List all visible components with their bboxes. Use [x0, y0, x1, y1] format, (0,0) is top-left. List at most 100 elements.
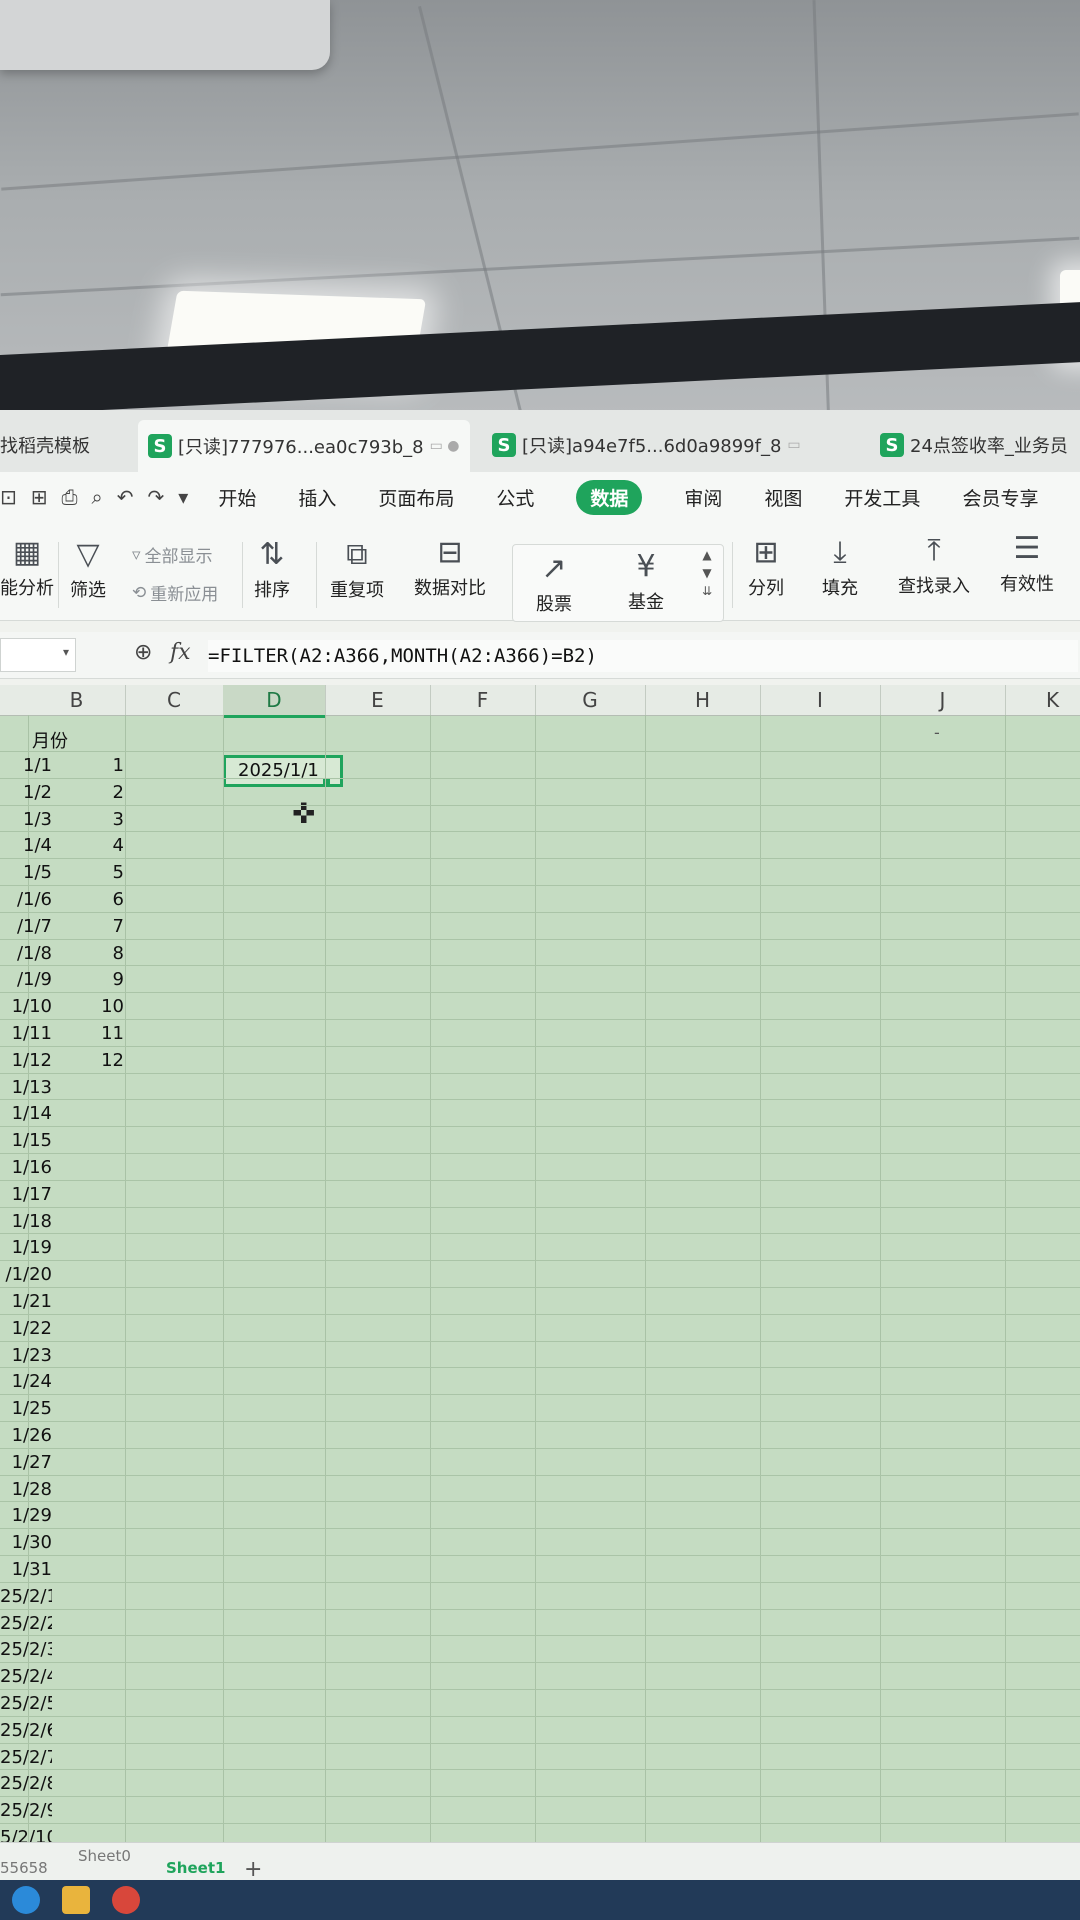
filter-button[interactable]: ▽ 筛选: [70, 534, 106, 602]
cell-a-date[interactable]: 1/11: [0, 1023, 52, 1044]
header-month[interactable]: 月份: [32, 727, 68, 753]
name-box[interactable]: ▾: [0, 638, 76, 672]
cell-a-date[interactable]: 1/28: [0, 1479, 52, 1500]
cell-a-date[interactable]: 1/26: [0, 1425, 52, 1446]
fx-icon[interactable]: fx: [170, 640, 191, 665]
lookup-button[interactable]: ⤒ 查找录入: [898, 530, 970, 598]
cell-a-date[interactable]: 1/18: [0, 1211, 52, 1232]
column-header-b[interactable]: B: [28, 685, 126, 715]
cell-b-month[interactable]: 5: [60, 862, 124, 883]
print-icon[interactable]: ⎙: [62, 485, 78, 509]
cell-a-date[interactable]: /1/6: [0, 889, 52, 910]
cell-a-date[interactable]: 1/17: [0, 1184, 52, 1205]
cell-a-date[interactable]: 25/2/6: [0, 1720, 52, 1741]
cell-a-date[interactable]: 25/2/7: [0, 1747, 52, 1768]
cell-a-date[interactable]: /1/9: [0, 969, 52, 990]
stock-button[interactable]: ↗ 股票: [536, 548, 572, 616]
menu-developer[interactable]: 开发工具: [844, 484, 920, 511]
cell-a-date[interactable]: 1/3: [0, 809, 52, 830]
gallery-scroll[interactable]: ▲ ▼ ⇊: [702, 548, 712, 598]
cell-a-date[interactable]: 1/25: [0, 1398, 52, 1419]
menu-data[interactable]: 数据: [576, 479, 643, 515]
save-icon[interactable]: ⊡: [0, 485, 17, 509]
edge-browser-icon[interactable]: [12, 1886, 40, 1914]
cell-a-date[interactable]: 25/2/4: [0, 1666, 52, 1687]
cell-b-month[interactable]: 7: [60, 916, 124, 937]
cell-a-date[interactable]: 1/31: [0, 1559, 52, 1580]
column-header-e[interactable]: E: [325, 685, 431, 715]
cell-b-month[interactable]: 2: [60, 782, 124, 803]
menu-insert[interactable]: 插入: [298, 484, 336, 511]
cell-a-date[interactable]: 1/5: [0, 862, 52, 883]
cell-a-date[interactable]: 25/2/8: [0, 1773, 52, 1794]
add-sheet-button[interactable]: +: [244, 1857, 262, 1882]
cell-b-month[interactable]: 3: [60, 809, 124, 830]
menu-member[interactable]: 会员专享: [962, 484, 1038, 511]
column-header-f[interactable]: F: [430, 685, 536, 715]
customize-dropdown-icon[interactable]: ▾: [178, 485, 188, 509]
menu-formula[interactable]: 公式: [496, 484, 534, 511]
sheet-tab-sheet1[interactable]: Sheet1: [166, 1859, 225, 1877]
cell-a-date[interactable]: 1/22: [0, 1318, 52, 1339]
sort-button[interactable]: ⇅ 排序: [254, 534, 290, 602]
cell-a-date[interactable]: 1/16: [0, 1157, 52, 1178]
tab-signrate[interactable]: S 24点签收率_业务员: [880, 428, 1068, 462]
print-preview-icon[interactable]: ⌕: [92, 485, 103, 509]
redo-icon[interactable]: ↷: [148, 485, 165, 509]
cell-a-date[interactable]: 1/19: [0, 1237, 52, 1258]
cell-a-date[interactable]: 25/2/1: [0, 1586, 52, 1607]
cell-a-date[interactable]: 1/23: [0, 1345, 52, 1366]
column-header-k[interactable]: K: [1005, 685, 1080, 715]
cell-a-date[interactable]: 1/29: [0, 1505, 52, 1526]
cell-a-date[interactable]: 1/15: [0, 1130, 52, 1151]
analysis-button[interactable]: ▦ 能分析: [0, 532, 54, 600]
cell-a-date[interactable]: 25/2/2: [0, 1613, 52, 1634]
zoom-icon[interactable]: ⊕: [134, 640, 152, 665]
split-button[interactable]: ⊞ 分列: [748, 532, 784, 600]
cell-b-month[interactable]: 4: [60, 835, 124, 856]
cell-b-month[interactable]: 10: [60, 996, 124, 1017]
cell-a-date[interactable]: 1/10: [0, 996, 52, 1017]
spreadsheet-grid[interactable]: BCDEFGHIJK 月份 2025/1/1 ✜ - 1/1 1 1/2 2 1/3 3 1…: [0, 685, 1080, 1865]
export-icon[interactable]: ⊞: [31, 485, 48, 509]
cell-a-date[interactable]: 1/1: [0, 755, 52, 776]
cell-b-month[interactable]: 8: [60, 943, 124, 964]
cell-a-date[interactable]: 1/13: [0, 1077, 52, 1098]
undo-icon[interactable]: ↶: [117, 485, 134, 509]
chrome-icon[interactable]: [112, 1886, 140, 1914]
tab-readonly-1[interactable]: S [只读]777976...ea0c793b_8 ▭ ●: [138, 420, 470, 472]
sheet-tab-sheet0[interactable]: Sheet0: [78, 1847, 131, 1865]
cell-a-date[interactable]: 1/27: [0, 1452, 52, 1473]
reapply-button[interactable]: ⟲ 重新应用: [132, 580, 218, 606]
column-header-d[interactable]: D: [223, 685, 326, 718]
column-header-c[interactable]: C: [125, 685, 224, 715]
menu-review[interactable]: 审阅: [684, 484, 722, 511]
cell-a-date[interactable]: /1/7: [0, 916, 52, 937]
show-all-button[interactable]: ▿ 全部显示: [132, 542, 213, 568]
cell-a-date[interactable]: 25/2/5: [0, 1693, 52, 1714]
column-header-i[interactable]: I: [760, 685, 881, 715]
file-explorer-icon[interactable]: [62, 1886, 90, 1914]
cell-b-month[interactable]: 12: [60, 1050, 124, 1071]
tab-template[interactable]: 找稻壳模板: [0, 428, 90, 462]
menu-start[interactable]: 开始: [218, 484, 256, 511]
cell-a-date[interactable]: 25/2/9: [0, 1800, 52, 1821]
fund-button[interactable]: ¥ 基金: [628, 546, 664, 614]
cell-a-date[interactable]: 1/24: [0, 1371, 52, 1392]
column-header-g[interactable]: G: [535, 685, 646, 715]
cell-b-month[interactable]: 6: [60, 889, 124, 910]
cell-a-date[interactable]: 1/2: [0, 782, 52, 803]
tab-readonly-2[interactable]: S [只读]a94e7f5...6d0a9899f_8 ▭: [492, 428, 801, 462]
cell-a-date[interactable]: 1/21: [0, 1291, 52, 1312]
fill-button[interactable]: ⤓ 填充: [822, 532, 858, 600]
column-header-h[interactable]: H: [645, 685, 761, 715]
menu-page-layout[interactable]: 页面布局: [378, 484, 454, 511]
cell-a-date[interactable]: 25/2/3: [0, 1639, 52, 1660]
cell-a-date[interactable]: 1/12: [0, 1050, 52, 1071]
column-header-j[interactable]: J: [880, 685, 1006, 715]
compare-button[interactable]: ⊟ 数据对比: [414, 532, 486, 600]
cell-a-date[interactable]: /1/8: [0, 943, 52, 964]
cell-a-date[interactable]: 1/14: [0, 1103, 52, 1124]
cell-a-date[interactable]: 1/4: [0, 835, 52, 856]
cell-b-month[interactable]: 11: [60, 1023, 124, 1044]
